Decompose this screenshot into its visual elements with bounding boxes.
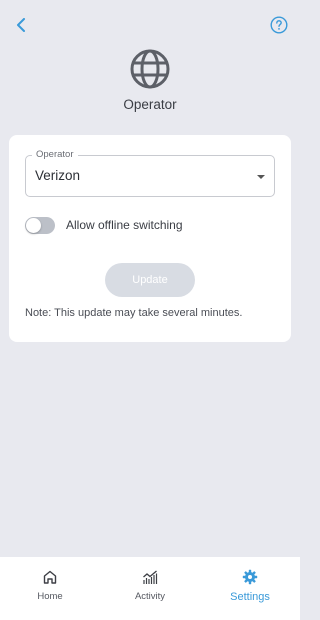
globe-icon <box>130 49 170 89</box>
update-note: Note: This update may take several minut… <box>25 307 243 319</box>
page-title: Operator <box>123 97 177 112</box>
nav-label-activity: Activity <box>134 591 166 602</box>
bottom-nav: Home Activity Settings <box>0 557 300 620</box>
back-button[interactable] <box>10 14 32 36</box>
activity-chart-icon <box>143 570 158 584</box>
caret-down-icon <box>257 175 265 179</box>
update-button[interactable]: Update <box>105 263 195 297</box>
question-circle-icon <box>270 16 288 34</box>
nav-item-activity[interactable]: Activity <box>100 557 200 620</box>
nav-item-settings[interactable]: Settings <box>200 557 300 620</box>
nav-label-settings: Settings <box>230 591 270 603</box>
nav-label-home: Home <box>37 591 63 602</box>
nav-item-home[interactable]: Home <box>0 557 100 620</box>
chevron-left-icon <box>17 18 25 32</box>
offline-switching-toggle[interactable] <box>25 216 55 234</box>
toggle-knob <box>26 217 41 233</box>
home-icon <box>43 570 57 584</box>
operator-select[interactable]: Operator Verizon <box>25 149 275 197</box>
operator-select-label: Operator <box>32 149 78 160</box>
help-button[interactable] <box>270 16 288 34</box>
offline-switching-label: Allow offline switching <box>66 218 183 232</box>
offline-switching-row: Allow offline switching <box>25 215 183 235</box>
operator-settings-screen: Operator Operator Verizon Allow offline … <box>0 0 300 620</box>
operator-card: Operator Verizon Allow offline switching… <box>9 135 291 342</box>
operator-select-value: Verizon <box>35 168 81 183</box>
gear-icon <box>242 569 258 585</box>
